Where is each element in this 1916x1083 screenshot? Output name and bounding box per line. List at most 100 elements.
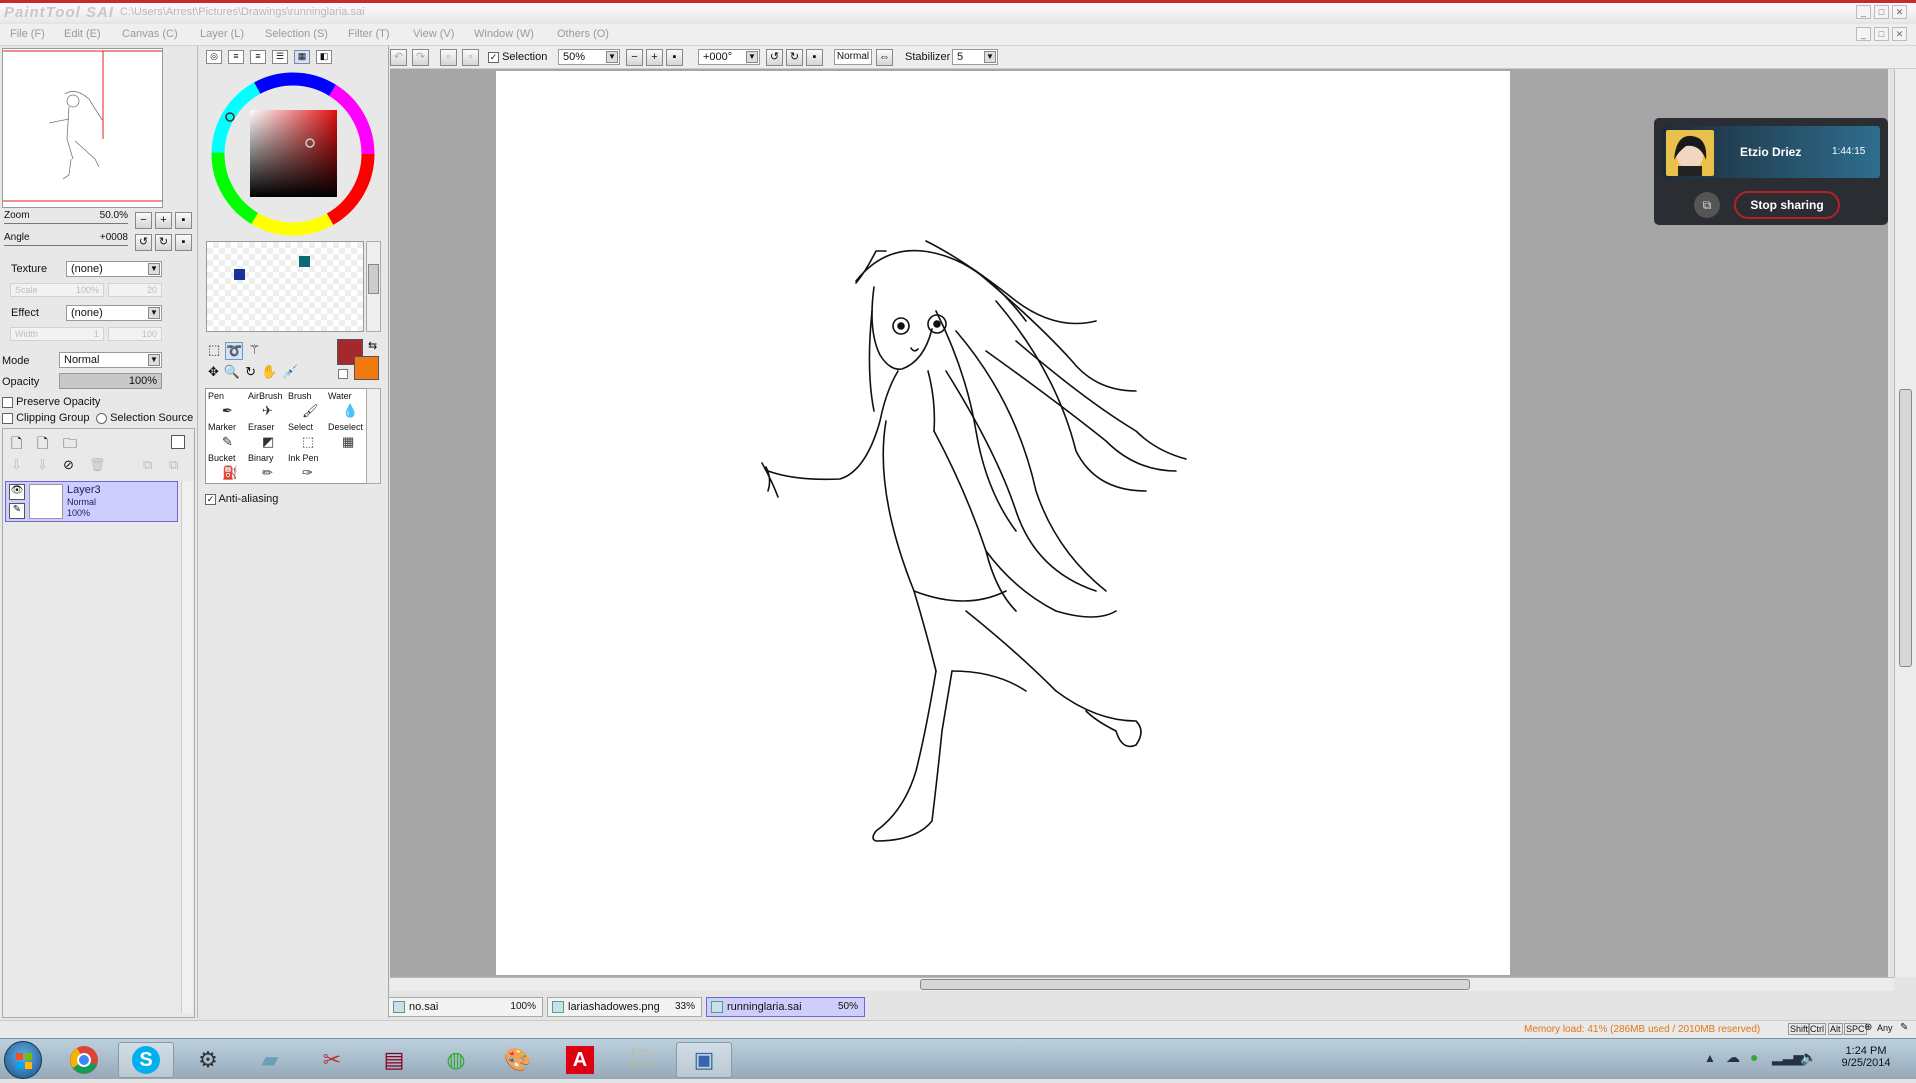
scratchpad-icon[interactable]: ◧ [316,50,332,64]
volume-icon[interactable]: 🔊 [1800,1049,1817,1066]
menu-view[interactable]: View (V) [413,28,454,40]
paint-icon[interactable]: 🎨 [490,1042,546,1078]
skype-icon[interactable]: S [118,1042,174,1078]
zoom-select[interactable]: 50% ▼ [558,49,620,65]
view-mode-button[interactable]: Normal [834,49,872,65]
toolbar-rotate-left-button[interactable]: ↺ [766,49,783,66]
zoom-out-button[interactable]: − [135,212,152,229]
tool-pen[interactable]: Pen ✒ [208,391,240,418]
opacity-slider[interactable]: 100% [59,373,162,389]
menu-canvas[interactable]: Canvas (C) [122,28,178,40]
blend-mode-select[interactable]: Normal ▼ [59,352,162,368]
tool-scrollbar[interactable] [366,388,381,484]
tool-eraser[interactable]: Eraser ◩ [248,422,280,449]
zoom-icon[interactable]: 🔍 [224,364,240,380]
flip-horizontal-icon[interactable]: ⇔ [876,49,893,66]
lasso-icon[interactable]: ➰ [225,342,244,360]
scissors-icon[interactable]: ✂ [304,1042,360,1078]
rotate-reset-button[interactable]: ▪ [175,234,192,251]
layer-scrollbar[interactable] [181,481,193,1013]
new-linework-layer-icon[interactable]: 🗋 [37,433,48,457]
rotate-right-button[interactable]: ↻ [155,234,172,251]
tool-select[interactable]: Select ⬚ [288,422,320,449]
transparent-color-icon[interactable] [338,369,348,379]
selection-source-checkbox[interactable]: Selection Source [96,412,193,424]
new-layer-icon[interactable]: 🗋 [11,433,22,457]
tray-skype-icon[interactable]: ● [1750,1049,1758,1065]
toolbar-rotate-right-button[interactable]: ↻ [786,49,803,66]
eyedropper-icon[interactable]: 💉 [282,364,298,380]
swatch-teal[interactable] [299,256,310,267]
effect-select[interactable]: (none) ▼ [66,305,162,321]
navigator-preview[interactable] [2,48,163,208]
sai-taskbar-icon[interactable]: ▣ [676,1042,732,1078]
adobe-icon[interactable]: A [552,1042,608,1078]
menu-filter[interactable]: Filter (T) [348,28,390,40]
show-selection-checkbox[interactable]: ✓ Selection [488,51,547,63]
preserve-opacity-checkbox[interactable]: Preserve Opacity [2,396,100,408]
rotate-icon[interactable]: ↻ [245,364,256,380]
explorer-icon[interactable]: 🗀 [614,1042,670,1078]
minimize-button[interactable]: _ [1856,5,1871,19]
tool-marker[interactable]: Marker ✎ [208,422,240,449]
angle-slider[interactable]: Angle +0008 [4,232,128,246]
color-wheel[interactable] [210,71,376,237]
horizontal-scroll-thumb[interactable] [920,979,1470,990]
toolbar-zoom-in-button[interactable]: + [646,49,663,66]
menu-selection[interactable]: Selection (S) [265,28,328,40]
layer-row-layer3[interactable]: 👁 ✎ Layer3 Normal 100% [5,481,178,522]
swap-colors-icon[interactable]: ⇆ [368,339,377,352]
tool-ink-pen[interactable]: Ink Pen ✑ [288,453,320,480]
maximize-button[interactable]: □ [1874,5,1889,19]
doc-restore-button[interactable]: □ [1874,27,1889,41]
hand-icon[interactable]: ✋ [261,364,277,380]
stabilizer-select[interactable]: 5 ▼ [952,49,998,65]
tool-binary[interactable]: Binary ✏ [248,453,280,480]
pen-lock-icon[interactable]: ✎ [9,503,25,519]
color-wheel-mode-icon[interactable]: ◎ [206,50,222,64]
rgb-slider-icon[interactable]: ≡ [228,50,244,64]
zoom-slider[interactable]: Zoom 50.0% [4,210,128,224]
swatches-icon[interactable]: ▦ [294,50,310,64]
chrome-icon[interactable] [56,1042,112,1078]
document-tab[interactable]: lariashadowes.png 33% [547,997,702,1017]
clock[interactable]: 1:24 PM 9/25/2014 [1836,1045,1896,1069]
tray-cloud-icon[interactable]: ☁ [1726,1049,1740,1066]
toolbar-zoom-out-button[interactable]: − [626,49,643,66]
vertical-scroll-thumb[interactable] [1899,389,1912,667]
magic-wand-icon[interactable]: ⚚ [248,342,260,360]
angle-select[interactable]: +000° ▼ [698,49,760,65]
tool-bucket[interactable]: Bucket ⛽ [208,453,240,480]
horizontal-scrollbar[interactable] [390,977,1894,991]
clipping-group-checkbox[interactable]: Clipping Group [2,412,89,424]
menu-edit[interactable]: Edit (E) [64,28,101,40]
tool-brush[interactable]: Brush 🖌 [288,391,320,418]
app-icon[interactable]: ▰ [242,1042,298,1078]
swatch-blue[interactable] [234,269,245,280]
tool-airbrush[interactable]: AirBrush ✈ [248,391,283,418]
rotate-left-button[interactable]: ↺ [135,234,152,251]
zoom-in-button[interactable]: + [155,212,172,229]
menu-layer[interactable]: Layer (L) [200,28,244,40]
menu-file[interactable]: File (F) [10,28,45,40]
clear-layer-icon[interactable]: ⊘ [63,457,74,473]
steam-icon[interactable]: ⚙ [180,1042,236,1078]
color-mixer-icon[interactable]: ☰ [272,50,288,64]
maps-icon[interactable]: ◍ [428,1042,484,1078]
texture-select[interactable]: (none) ▼ [66,261,162,277]
start-button[interactable] [4,1041,42,1079]
zoom-reset-button[interactable]: ▪ [175,212,192,229]
vertical-scrollbar[interactable] [1894,69,1916,977]
eye-icon[interactable]: 👁 [9,484,25,500]
document-tab[interactable]: no.sai 100% [388,997,543,1017]
toolbar-rotate-reset-button[interactable]: ▪ [806,49,823,66]
mask-icon[interactable] [171,435,185,449]
doc-close-button[interactable]: ✕ [1892,27,1907,41]
new-folder-icon[interactable]: 🗀 [63,433,77,457]
swatch-scrollbar[interactable] [366,241,381,332]
toolbar-zoom-reset-button[interactable]: ▪ [666,49,683,66]
close-button[interactable]: ✕ [1892,5,1907,19]
tray-arrow-icon[interactable]: ▲ [1704,1051,1716,1065]
tool-deselect[interactable]: Deselect ▦ [328,422,363,449]
hsv-slider-icon[interactable]: ≡ [250,50,266,64]
